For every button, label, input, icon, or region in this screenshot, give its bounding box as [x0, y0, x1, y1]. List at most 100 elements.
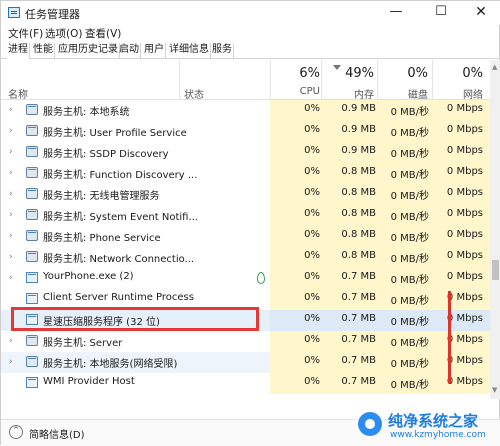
disk-value: 0 MB/秒	[390, 296, 429, 307]
process-row[interactable]: › 服务主机: Function Discovery ... 0% 0.8 MB…	[1, 163, 490, 184]
task-manager-window: 任务管理器 — ☐ ✕ 文件(F) 选项(O) 查看(V) 进程 性能 应用历史…	[0, 0, 500, 446]
disk-value: 0 MB/秒	[390, 170, 429, 181]
process-row[interactable]: › 服务主机: User Profile Service 0% 0.9 MB 0…	[1, 121, 490, 142]
tab-app-history[interactable]: 应用历史记录	[57, 43, 120, 59]
process-row[interactable]: › 服务主机: Phone Service 0% 0.8 MB 0 MB/秒 0…	[1, 226, 490, 247]
scroll-down-icon[interactable]: ▼	[492, 386, 497, 394]
expand-chevron-icon[interactable]: ›	[9, 253, 15, 262]
tab-services[interactable]: 服务	[211, 43, 234, 59]
cpu-value: 0%	[304, 334, 320, 345]
cpu-value: 0%	[304, 271, 320, 282]
network-value: 0 Mbps	[446, 376, 483, 387]
process-row[interactable]: › YourPhone.exe (2) 0% 0.7 MB 0 MB/秒 0 M…	[1, 268, 490, 289]
expand-chevron-icon[interactable]: ›	[9, 337, 15, 346]
fewer-details-link[interactable]: 简略信息(D)	[29, 426, 85, 441]
disk-value: 0 MB/秒	[390, 128, 429, 139]
cpu-value: 0%	[304, 187, 320, 198]
expand-chevron-icon[interactable]: ›	[9, 169, 15, 178]
disk-value: 0 MB/秒	[390, 380, 429, 391]
service-host-icon	[26, 335, 38, 346]
process-row[interactable]: WMI Provider Host 0% 0.7 MB 0 MB/秒 0 Mbp…	[1, 373, 490, 394]
column-status[interactable]: 状态	[184, 86, 204, 101]
memory-value: 0.9 MB	[341, 103, 376, 114]
disk-value: 0 MB/秒	[390, 107, 429, 118]
process-list: › 服务主机: 本地系统 0% 0.9 MB 0 MB/秒 0 Mbps › 服…	[1, 100, 490, 399]
expand-chevron-icon[interactable]: ›	[9, 190, 15, 199]
scroll-up-icon[interactable]: ▲	[492, 63, 497, 71]
network-value: 0 Mbps	[446, 124, 483, 135]
app-window-icon	[26, 377, 38, 388]
cpu-value: 0%	[304, 313, 320, 324]
disk-value: 0 MB/秒	[390, 149, 429, 160]
process-row[interactable]: › 服务主机: SSDP Discovery 0% 0.9 MB 0 MB/秒 …	[1, 142, 490, 163]
tab-users[interactable]: 用户	[143, 43, 166, 59]
process-name: 服务主机: User Profile Service	[43, 128, 187, 139]
maximize-button[interactable]: ☐	[421, 1, 461, 25]
memory-value: 0.8 MB	[341, 208, 376, 219]
menu-options[interactable]: 选项(O)	[45, 26, 82, 41]
app-window-icon	[26, 272, 38, 283]
network-value: 0 Mbps	[446, 187, 483, 198]
column-cpu[interactable]: CPU	[260, 86, 320, 97]
expand-chevron-icon[interactable]: ›	[9, 106, 15, 115]
watermark-title: 纯净系统之家	[388, 412, 479, 430]
vertical-scrollbar[interactable]: ▲ ▼	[490, 60, 500, 399]
column-memory[interactable]: 内存	[314, 86, 374, 101]
disk-value: 0 MB/秒	[390, 359, 429, 370]
expand-chevron-icon[interactable]: ›	[9, 148, 15, 157]
memory-value: 0.9 MB	[341, 145, 376, 156]
column-divider[interactable]	[179, 60, 180, 100]
network-value: 0 Mbps	[446, 229, 483, 240]
service-host-icon	[26, 251, 38, 262]
disk-value: 0 MB/秒	[390, 317, 429, 328]
expand-chevron-icon[interactable]: ›	[9, 274, 15, 283]
process-row[interactable]: › 服务主机: 本地系统 0% 0.9 MB 0 MB/秒 0 Mbps	[1, 100, 490, 121]
process-name: 服务主机: Function Discovery ...	[43, 170, 198, 181]
menu-file[interactable]: 文件(F)	[8, 26, 43, 41]
process-name: 服务主机: 无线电管理服务	[43, 191, 160, 202]
network-value: 0 Mbps	[446, 103, 483, 114]
memory-value: 0.7 MB	[341, 271, 376, 282]
tab-performance[interactable]: 性能	[32, 43, 55, 59]
network-value: 0 Mbps	[446, 208, 483, 219]
expand-chevron-icon[interactable]: ›	[9, 127, 15, 136]
process-row[interactable]: › 服务主机: Server 0% 0.7 MB 0 MB/秒 0 Mbps	[1, 331, 490, 352]
minimize-button[interactable]: —	[376, 1, 416, 25]
scrollbar-thumb[interactable]	[492, 260, 499, 280]
column-header: 名称 状态 6% CPU 49% 内存 0% 磁盘 0% 网络	[1, 60, 490, 101]
column-network[interactable]: 网络	[423, 86, 483, 101]
process-row[interactable]: › 服务主机: 无线电管理服务 0% 0.8 MB 0 MB/秒 0 Mbps	[1, 184, 490, 205]
process-name: 服务主机: Network Connectio...	[43, 254, 195, 265]
watermark-url: www.kzmyhome.com	[390, 430, 486, 440]
cpu-percent: 6%	[299, 66, 320, 81]
expand-chevron-icon[interactable]: ›	[9, 232, 15, 241]
expand-chevron-icon[interactable]: ›	[9, 358, 15, 367]
process-row[interactable]: › 服务主机: 本地服务(网络受限) 0% 0.7 MB 0 MB/秒 0 Mb…	[1, 352, 490, 373]
column-name[interactable]: 名称	[8, 86, 28, 101]
cpu-value: 0%	[304, 355, 320, 366]
expand-chevron-icon[interactable]: ›	[9, 211, 15, 220]
cpu-value: 0%	[304, 208, 320, 219]
service-host-icon	[26, 146, 38, 157]
chevron-up-icon[interactable]: ⌃	[9, 425, 23, 439]
tab-details[interactable]: 详细信息	[168, 43, 211, 59]
network-value: 0 Mbps	[446, 145, 483, 156]
window-title: 任务管理器	[25, 8, 80, 21]
service-host-icon	[26, 167, 38, 178]
network-value: 0 Mbps	[446, 355, 483, 366]
process-row[interactable]: › 服务主机: Network Connectio... 0% 0.8 MB 0…	[1, 247, 490, 268]
process-row[interactable]: › 服务主机: System Event Notifi... 0% 0.8 MB…	[1, 205, 490, 226]
cpu-value: 0%	[304, 145, 320, 156]
efficiency-leaf-icon	[257, 272, 265, 284]
tab-startup[interactable]: 启动	[118, 43, 141, 59]
memory-value: 0.7 MB	[341, 355, 376, 366]
disk-value: 0 MB/秒	[390, 212, 429, 223]
process-name: Client Server Runtime Process	[43, 292, 194, 303]
close-button[interactable]: ✕	[461, 1, 500, 25]
tab-bar: 进程 性能 应用历史记录 启动 用户 详细信息 服务	[1, 42, 500, 59]
process-name: 服务主机: 本地系统	[43, 107, 130, 118]
menu-view[interactable]: 查看(V)	[85, 26, 121, 41]
column-disk[interactable]: 磁盘	[368, 86, 428, 101]
process-name: 服务主机: Phone Service	[43, 233, 161, 244]
tab-processes[interactable]: 进程	[7, 43, 30, 59]
